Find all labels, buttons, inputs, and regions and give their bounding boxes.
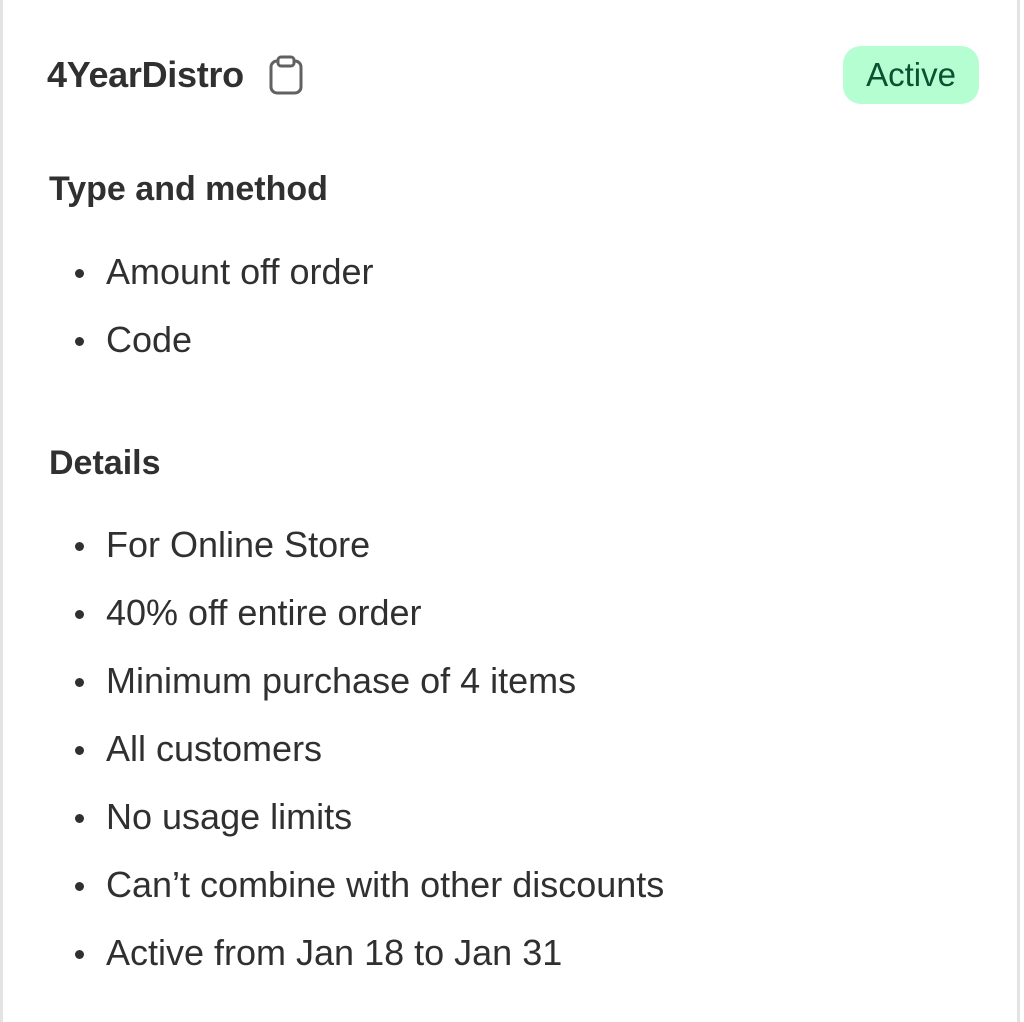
list-item: Amount off order — [63, 238, 374, 306]
list-item: Active from Jan 18 to Jan 31 — [63, 919, 664, 987]
clipboard-icon — [269, 55, 303, 95]
status-badge: Active — [843, 46, 979, 104]
list-item: Minimum purchase of 4 items — [63, 647, 664, 715]
discount-summary-card: 4YearDistro Active Type and method Amoun… — [0, 0, 1020, 1022]
list-item: Code — [63, 306, 374, 374]
type-and-method-list: Amount off order Code — [63, 238, 374, 374]
discount-code-title: 4YearDistro — [47, 54, 244, 95]
list-item: 40% off entire order — [63, 579, 664, 647]
card-header: 4YearDistro Active — [47, 44, 979, 106]
copy-code-button[interactable] — [266, 53, 306, 97]
type-and-method-heading: Type and method — [49, 170, 328, 208]
list-item: No usage limits — [63, 783, 664, 851]
details-list: For Online Store 40% off entire order Mi… — [63, 511, 664, 987]
list-item: For Online Store — [63, 511, 664, 579]
list-item: Can’t combine with other discounts — [63, 851, 664, 919]
list-item: All customers — [63, 715, 664, 783]
details-heading: Details — [49, 444, 161, 482]
